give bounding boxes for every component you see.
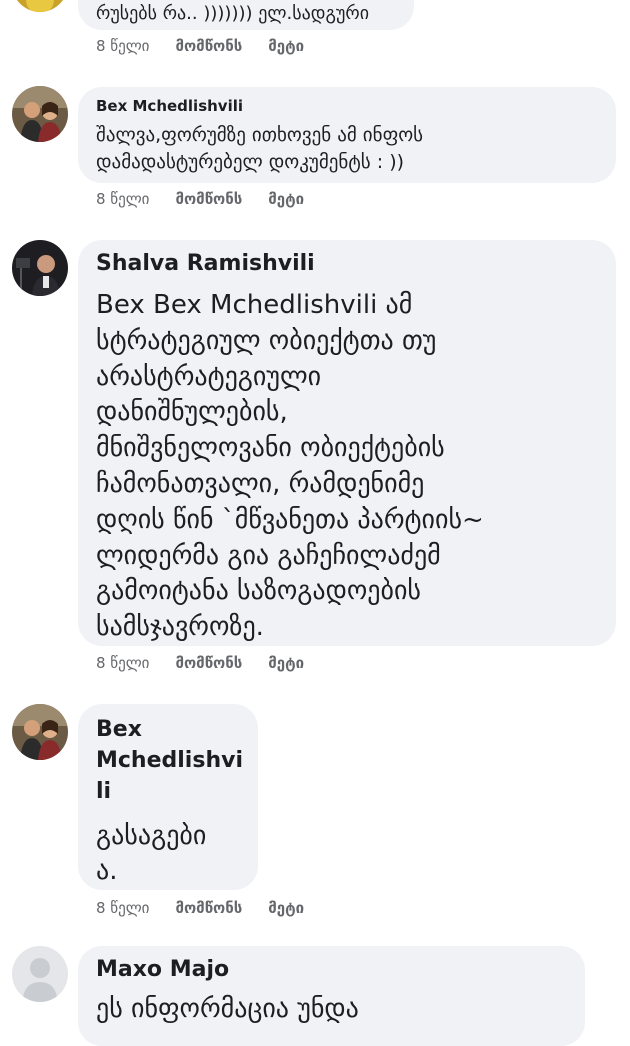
comment-author[interactable]: Bex Mchedlishvili [96,97,616,115]
comment-author[interactable]: Maxo Majo [96,956,585,984]
more-button[interactable]: მეტი [268,190,304,208]
like-button[interactable]: მომწონს [175,899,242,917]
comment-actions: 8 წელი მომწონს მეტი [96,37,304,55]
avatar[interactable] [12,240,68,296]
like-button[interactable]: მომწონს [175,37,242,55]
more-button[interactable]: მეტი [268,37,304,55]
more-button[interactable]: მეტი [268,654,304,672]
comment-bubble: Bex Mchedlishvili შალვა,ფორუმზე ითხოვენ … [78,87,616,183]
comment-bubble: რუსებს რა.. ))))))) ელ.სადგური [78,0,414,30]
comment-thread: რუსებს რა.. ))))))) ელ.სადგური 8 წელი მომ… [0,0,630,1046]
comment-timestamp[interactable]: 8 წელი [96,654,149,672]
comment-actions: 8 წელი მომწონს მეტი [96,190,304,208]
comment-timestamp[interactable]: 8 წელი [96,899,149,917]
comment-bubble: Bex Mchedlishvi li გასაგები ა. [78,704,258,890]
avatar[interactable] [12,86,68,142]
comment-bubble: Maxo Majo ეს ინფორმაცია უნდა [78,946,585,1046]
like-button[interactable]: მომწონს [175,190,242,208]
like-button[interactable]: მომწონს [175,654,242,672]
avatar[interactable] [12,704,68,760]
comment-actions: 8 წელი მომწონს მეტი [96,899,304,917]
comment-author[interactable]: Bex Mchedlishvi li [96,714,258,807]
comment-text: გასაგები ა. [96,821,207,886]
comment-actions: 8 წელი მომწონს მეტი [96,654,304,672]
comment-text: რუსებს რა.. ))))))) ელ.სადგური [96,3,370,24]
comment-text: Bex Bex Mchedlishvili ამ სტრატეგიულ ობიე… [96,290,484,643]
comment-bubble: Shalva Ramishvili Bex Bex Mchedlishvili … [78,240,616,646]
avatar[interactable] [12,0,68,12]
more-button[interactable]: მეტი [268,899,304,917]
comment-timestamp[interactable]: 8 წელი [96,190,149,208]
comment-text: ეს ინფორმაცია უნდა [96,994,359,1024]
avatar-placeholder[interactable] [12,946,68,1002]
comment-text: შალვა,ფორუმზე ითხოვენ ამ ინფოს დამადასტუ… [96,124,424,173]
comment-timestamp[interactable]: 8 წელი [96,37,149,55]
comment-author[interactable]: Shalva Ramishvili [96,250,616,278]
